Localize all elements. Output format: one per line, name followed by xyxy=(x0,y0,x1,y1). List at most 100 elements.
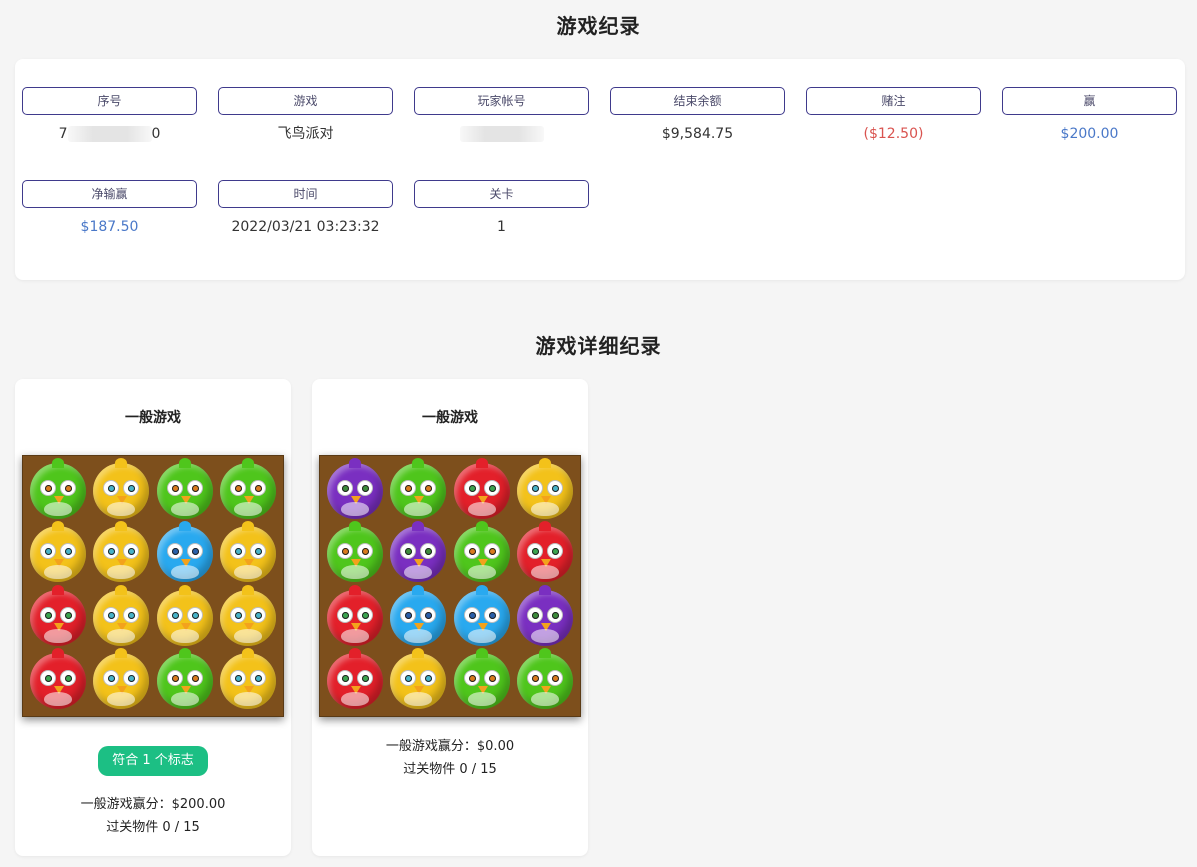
purple-bird-icon xyxy=(326,457,383,519)
yellow-bird-icon xyxy=(220,521,277,583)
page-title: 游戏纪录 xyxy=(556,14,641,38)
field-end-balance: 结束余额 $9,584.75 xyxy=(610,87,785,144)
green-bird-icon xyxy=(390,457,447,519)
green-bird-icon xyxy=(453,521,510,583)
game-record-card: 序号 7 0 游戏 飞鸟派对 玩家帐号 结束余额 $9,584.75 赌注 ($… xyxy=(15,59,1185,280)
spin-title: 一般游戏 xyxy=(422,410,478,426)
field-serial: 序号 7 0 xyxy=(22,87,197,144)
board-cell xyxy=(323,457,387,523)
green-bird-icon xyxy=(453,648,510,710)
blue-bird-icon xyxy=(390,584,447,646)
spin-card: 一般游戏 符合 1 个标志 一般游戏赢分：$200.00 过关物件 0 / 15 xyxy=(15,379,291,856)
field-time: 时间 2022/03/21 03:23:32 xyxy=(218,180,393,237)
spin-objects-line: 过关物件 0 / 15 xyxy=(403,762,497,777)
board-cell xyxy=(387,648,451,714)
field-level-value: 1 xyxy=(497,219,506,235)
field-win-label: 赢 xyxy=(1002,87,1177,115)
field-account-label: 玩家帐号 xyxy=(414,87,589,115)
board-cell xyxy=(153,648,217,714)
match-badge: 符合 1 个标志 xyxy=(98,746,208,776)
red-bird-icon xyxy=(326,648,383,710)
yellow-bird-icon xyxy=(29,521,86,583)
board-cell xyxy=(450,584,514,650)
board-cell xyxy=(153,584,217,650)
yellow-bird-icon xyxy=(156,584,213,646)
red-bird-icon xyxy=(326,584,383,646)
field-bet-value: ($12.50) xyxy=(863,126,924,142)
field-win-value: $200.00 xyxy=(1060,126,1119,142)
board-cell xyxy=(323,648,387,714)
board-cell xyxy=(26,457,90,523)
board-cell xyxy=(217,521,281,587)
spin-objects-line: 过关物件 0 / 15 xyxy=(106,820,200,835)
purple-bird-icon xyxy=(390,521,447,583)
board-cell xyxy=(26,584,90,650)
purple-bird-icon xyxy=(517,584,574,646)
field-game-value: 飞鸟派对 xyxy=(277,126,334,142)
green-bird-icon xyxy=(517,648,574,710)
board-cell xyxy=(514,584,578,650)
board-cell xyxy=(217,648,281,714)
yellow-bird-icon xyxy=(390,648,447,710)
spin-title: 一般游戏 xyxy=(125,410,181,426)
yellow-bird-icon xyxy=(93,584,150,646)
field-net: 净输赢 $187.50 xyxy=(22,180,197,237)
yellow-bird-icon xyxy=(93,648,150,710)
board-cell xyxy=(26,648,90,714)
field-end-balance-label: 结束余额 xyxy=(610,87,785,115)
spin-win-line: 一般游戏赢分：$0.00 xyxy=(385,739,515,754)
field-game-label: 游戏 xyxy=(218,87,393,115)
board-cell xyxy=(387,457,451,523)
field-win: 赢 $200.00 xyxy=(1002,87,1177,144)
board-cell xyxy=(514,521,578,587)
board-cell xyxy=(90,457,154,523)
field-level: 关卡 1 xyxy=(414,180,589,237)
board-cell xyxy=(153,457,217,523)
spin-win-line: 一般游戏赢分：$200.00 xyxy=(80,797,226,812)
serial-suffix: 0 xyxy=(151,126,161,142)
red-bird-icon xyxy=(453,457,510,519)
blue-bird-icon xyxy=(453,584,510,646)
board-cell xyxy=(387,521,451,587)
serial-mask xyxy=(67,126,152,142)
yellow-bird-icon xyxy=(93,521,150,583)
account-mask xyxy=(459,126,544,142)
field-account: 玩家帐号 xyxy=(414,87,589,144)
green-bird-icon xyxy=(156,648,213,710)
field-net-value: $187.50 xyxy=(80,219,139,235)
slot-board xyxy=(22,455,284,717)
field-bet: 赌注 ($12.50) xyxy=(806,87,981,144)
blue-bird-icon xyxy=(156,521,213,583)
board-cell xyxy=(387,584,451,650)
board-cell xyxy=(514,457,578,523)
field-end-balance-value: $9,584.75 xyxy=(661,126,734,142)
board-cell xyxy=(450,648,514,714)
board-cell xyxy=(26,521,90,587)
green-bird-icon xyxy=(326,521,383,583)
field-level-label: 关卡 xyxy=(414,180,589,208)
board-cell xyxy=(450,457,514,523)
red-bird-icon xyxy=(517,521,574,583)
green-bird-icon xyxy=(156,457,213,519)
board-cell xyxy=(153,521,217,587)
board-cell xyxy=(450,521,514,587)
field-time-label: 时间 xyxy=(218,180,393,208)
field-bet-label: 赌注 xyxy=(806,87,981,115)
yellow-bird-icon xyxy=(93,457,150,519)
green-bird-icon xyxy=(220,457,277,519)
serial-prefix: 7 xyxy=(58,126,68,142)
board-cell xyxy=(217,457,281,523)
red-bird-icon xyxy=(29,584,86,646)
red-bird-icon xyxy=(29,648,86,710)
yellow-bird-icon xyxy=(220,584,277,646)
details-title: 游戏详细纪录 xyxy=(535,334,662,358)
board-cell xyxy=(90,584,154,650)
board-cell xyxy=(90,521,154,587)
field-serial-label: 序号 xyxy=(22,87,197,115)
green-bird-icon xyxy=(29,457,86,519)
board-cell xyxy=(323,521,387,587)
field-account-value xyxy=(414,124,589,144)
board-cell xyxy=(90,648,154,714)
field-net-label: 净输赢 xyxy=(22,180,197,208)
yellow-bird-icon xyxy=(517,457,574,519)
